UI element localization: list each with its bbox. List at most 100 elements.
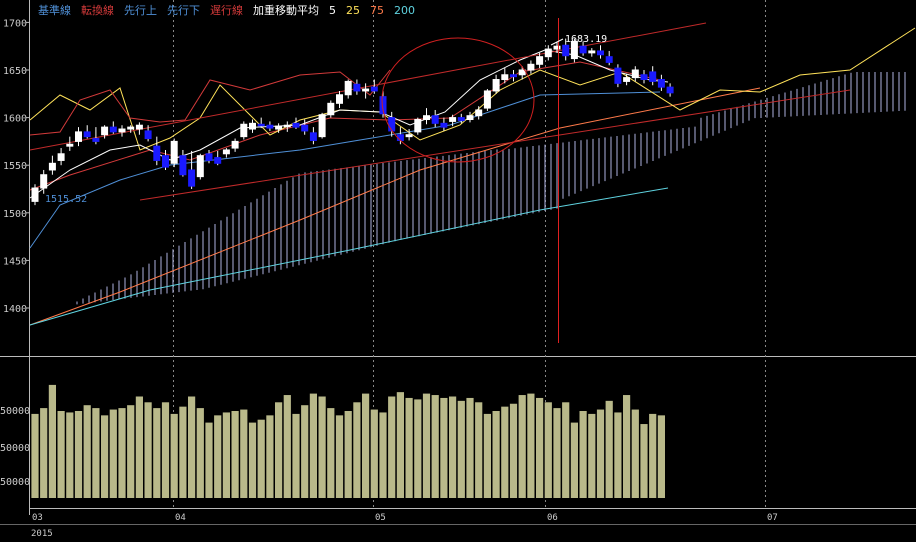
candle-body	[405, 134, 413, 138]
volume-bar	[301, 405, 309, 498]
candle-body	[336, 94, 343, 104]
volume-bar	[74, 411, 83, 498]
candle-body	[179, 155, 187, 176]
candle-body	[362, 88, 370, 92]
volume-bar	[127, 405, 135, 498]
candle-body	[588, 50, 596, 54]
legend-item: 75	[370, 4, 384, 17]
candle-body	[388, 117, 396, 132]
volume-tick-label: 50000	[0, 406, 30, 417]
volume-bar	[257, 419, 265, 498]
volume-bar	[283, 395, 291, 498]
legend-item: 基準線	[38, 4, 71, 17]
high-price-annotation: 1683.19	[565, 34, 607, 45]
month-label: 03	[32, 513, 43, 523]
price-tick-label: 1550	[3, 161, 27, 172]
candle-body	[301, 124, 309, 132]
year-label: 2015	[31, 529, 53, 539]
candle-body	[457, 117, 465, 121]
legend-item: 遅行線	[210, 4, 243, 17]
month-label: 04	[175, 513, 186, 523]
volume-bar	[222, 412, 230, 498]
candle-body	[118, 128, 126, 133]
volume-bar	[440, 397, 448, 498]
volume-bar	[161, 402, 170, 498]
candle-body	[649, 71, 657, 82]
volume-bar	[588, 413, 596, 498]
legend-item: 先行上	[124, 4, 157, 17]
volume-bar	[266, 415, 274, 498]
volume-bar	[544, 402, 552, 498]
candle-body	[449, 117, 457, 122]
volume-bar	[275, 402, 283, 498]
legend-item: 5	[329, 4, 336, 17]
volume-bar	[292, 413, 300, 498]
candle-body	[57, 153, 65, 161]
candle-body	[40, 174, 48, 189]
chart-legend: 基準線 転換線 先行上 先行下 遅行線 加重移動平均 5 25 75 200	[38, 3, 415, 19]
candle-body	[475, 109, 483, 117]
volume-bar	[248, 422, 257, 498]
volume-bar	[457, 400, 465, 498]
volume-bar	[640, 424, 648, 498]
candle-body	[275, 125, 283, 130]
candle-body	[440, 122, 448, 128]
volume-bar	[66, 412, 74, 498]
volume-bar	[405, 397, 413, 498]
candle-body	[292, 122, 300, 128]
month-label: 06	[547, 513, 558, 523]
volume-bar	[109, 409, 117, 498]
volume-bar	[135, 396, 143, 498]
volume-bar	[240, 409, 248, 498]
candle-body	[501, 74, 509, 81]
volume-bar	[562, 402, 570, 498]
volume-bar	[483, 413, 491, 498]
candle-body	[135, 124, 143, 130]
volume-bar	[631, 409, 639, 498]
volume-bar	[188, 396, 196, 498]
volume-bar	[196, 408, 204, 498]
volume-bar	[492, 411, 500, 498]
candle-body	[240, 123, 248, 138]
volume-bar	[40, 408, 48, 498]
candle-body	[605, 56, 613, 63]
volume-bar	[414, 399, 422, 498]
candle-body	[623, 77, 631, 82]
candle-body	[510, 74, 517, 78]
candle-body	[231, 140, 239, 149]
candle-body	[48, 162, 56, 171]
candle-body	[83, 131, 91, 138]
candle-body	[544, 48, 552, 58]
volume-bar	[570, 422, 578, 498]
volume-bar	[335, 415, 344, 498]
candle-body	[75, 131, 82, 142]
candle-body	[66, 143, 74, 147]
stock-chart: 1400 1450 1500 1550 1600 1650 1700 50000 50000 5…	[0, 0, 916, 542]
candle-body	[222, 149, 230, 155]
price-tick-label: 1600	[3, 114, 27, 125]
candle-body	[109, 126, 117, 133]
volume-bar	[579, 411, 587, 498]
legend-item: 25	[346, 4, 360, 17]
volume-bar	[144, 402, 152, 498]
volume-bar	[344, 411, 352, 498]
candle-body	[518, 69, 526, 76]
candle-body	[640, 74, 648, 81]
candle-body	[396, 134, 404, 141]
volume-bar	[153, 408, 161, 498]
candle-body	[344, 80, 352, 96]
volume-bar	[449, 396, 457, 498]
volume-bar	[518, 395, 526, 498]
volume-bar	[388, 396, 396, 498]
legend-item: 200	[394, 4, 415, 17]
volume-bar	[101, 415, 109, 498]
volume-bar	[475, 402, 483, 498]
candle-body	[466, 115, 474, 121]
candle-body	[614, 67, 622, 84]
low-price-annotation: 1515.52	[45, 194, 87, 205]
volume-bar	[309, 393, 317, 498]
volume-bar	[536, 397, 544, 498]
candle-body	[631, 69, 639, 79]
candle-body	[423, 115, 430, 121]
volume-bar	[170, 413, 178, 498]
